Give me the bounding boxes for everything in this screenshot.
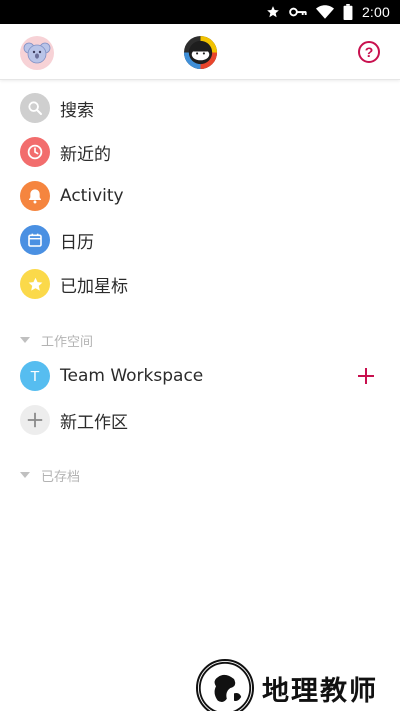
menu-item-starred[interactable]: 已加星标 [0,262,400,306]
star-status-icon [267,6,279,18]
menu-label-calendar: 日历 [60,232,94,253]
app-logo [183,35,218,70]
workspace-item-team[interactable]: T Team Workspace [0,354,400,398]
menu-item-recent[interactable]: 新近的 [0,130,400,174]
workspaces-section-header[interactable]: 工作空间 [20,331,94,350]
help-button[interactable]: ? [358,41,380,63]
bell-icon [20,181,50,211]
menu-item-search[interactable]: 搜索 [0,86,400,130]
search-icon [20,93,50,123]
top-bar: ? [0,24,400,80]
key-icon [289,7,307,17]
menu-label-recent: 新近的 [60,144,111,165]
menu-label-activity: Activity [60,186,124,206]
workspaces-header-label: 工作空间 [41,334,94,350]
avatar[interactable] [20,36,54,70]
workspace-badge: T [20,361,50,391]
star-icon [20,269,50,299]
menu-item-calendar[interactable]: 日历 [0,218,400,262]
workspace-list: T Team Workspace 新工作区 [0,354,400,442]
add-board-plus-icon[interactable] [356,366,376,386]
wifi-icon [315,5,334,19]
koala-icon [23,42,51,64]
menu-label-search: 搜索 [60,100,94,121]
main-menu: 搜索 新近的 Activity 日历 已加星标 [0,86,400,306]
calendar-icon [20,225,50,255]
menu-item-activity[interactable]: Activity [0,174,400,218]
new-workspace-button[interactable]: 新工作区 [0,398,400,442]
status-time: 2:00 [361,4,390,20]
archived-section-header[interactable]: 已存档 [20,466,81,485]
watermark-text: 地理教师 [262,675,378,707]
new-workspace-label: 新工作区 [60,412,128,433]
battery-icon [343,4,353,20]
globe-logo [196,659,254,711]
caret-down-icon [20,337,30,343]
watermark: 地理教师 [196,659,378,711]
archived-header-label: 已存档 [41,469,81,485]
clock-icon [20,137,50,167]
plus-icon [20,405,50,435]
caret-down-icon [20,472,30,478]
workspace-label: Team Workspace [60,366,204,386]
menu-label-starred: 已加星标 [60,276,128,297]
status-bar: 2:00 [0,0,400,24]
